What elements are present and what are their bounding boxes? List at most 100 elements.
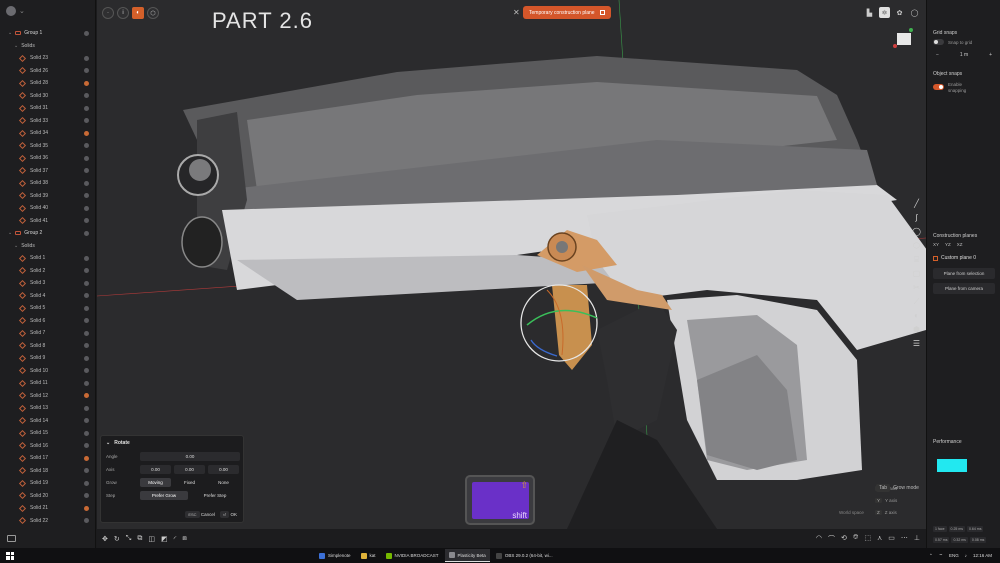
temporary-construction-plane-badge[interactable]: Temporary construction plane [523, 6, 611, 19]
solid-list-item[interactable]: Solid 21 [0, 502, 96, 515]
visibility-dot-icon[interactable] [84, 430, 89, 436]
edge-mode-icon[interactable]: i [117, 7, 129, 19]
extrude-tool-icon[interactable]: ◫ [148, 535, 155, 543]
solid-list-item[interactable]: Solid 40 [0, 202, 96, 215]
axis-y-input[interactable]: 0.00 [174, 465, 205, 474]
solid-list-item[interactable]: Solid 39 [0, 190, 96, 203]
close-icon[interactable]: ✕ [513, 8, 520, 17]
taskbar-app[interactable]: kat [357, 549, 380, 562]
solid-mode-icon[interactable]: ⬡ [147, 7, 159, 19]
solid-list-item[interactable]: Solid 28 [0, 77, 96, 90]
language-indicator[interactable]: ENG [949, 553, 959, 558]
face-mode-icon[interactable]: ◐ [132, 7, 144, 19]
xy-plane-button[interactable]: XY [933, 242, 939, 247]
solid-list-item[interactable]: Solid 38 [0, 177, 96, 190]
solid-list-item[interactable]: Solid 10 [0, 365, 96, 378]
visibility-dot-icon[interactable] [84, 393, 89, 399]
thicken-icon[interactable]: ▭ [888, 534, 895, 544]
grow-none-option[interactable]: None [208, 478, 239, 487]
solid-list-item[interactable]: Solid 14 [0, 415, 96, 428]
offset-tool-icon[interactable]: ⧉ [137, 535, 142, 543]
solid-list-item[interactable]: Solid 13 [0, 402, 96, 415]
solid-list-item[interactable]: Solid 11 [0, 377, 96, 390]
solid-list-item[interactable]: Solid 12 [0, 390, 96, 403]
expand-icon[interactable]: ⌄ [8, 30, 12, 36]
visibility-dot-icon[interactable] [84, 143, 89, 149]
curve-tool-icon[interactable]: ∫ [911, 212, 922, 223]
angle-input[interactable]: 0.00 [140, 452, 240, 461]
visibility-dot-icon[interactable] [84, 518, 89, 524]
solid-list-item[interactable]: Solid 9 [0, 352, 96, 365]
settings-icon[interactable]: ✿ [894, 7, 905, 18]
solid-list-item[interactable]: Solid 16 [0, 440, 96, 453]
solid-list-item[interactable]: Solid 19 [0, 477, 96, 490]
solid-list-item[interactable]: Solid 18 [0, 465, 96, 478]
enable-snapping-toggle[interactable] [933, 84, 944, 90]
visibility-dot-icon[interactable] [84, 268, 89, 274]
scale-tool-icon[interactable]: ⤡ [126, 535, 132, 543]
render-mode-icon[interactable]: ▙ [864, 7, 875, 18]
grid-size-value[interactable]: 1 m [960, 52, 968, 58]
fillet-tool-icon[interactable]: ◜ [174, 535, 177, 543]
overlay-icon[interactable]: ⚛ [879, 7, 890, 18]
visibility-dot-icon[interactable] [84, 405, 89, 411]
visibility-dot-icon[interactable] [84, 293, 89, 299]
sphere-tool-icon[interactable]: ◐ [911, 310, 922, 321]
solid-list-item[interactable]: Solid 4 [0, 290, 96, 303]
group-row[interactable]: ⌄ Group 1 [0, 27, 96, 40]
boolean-tool-icon[interactable]: ◩ [161, 535, 168, 543]
solid-list-item[interactable]: Solid 20 [0, 490, 96, 503]
visibility-dot-icon[interactable] [84, 493, 89, 499]
revolve-icon[interactable]: ⟲ [841, 534, 847, 544]
yz-plane-button[interactable]: YZ [945, 242, 951, 247]
solid-list-item[interactable]: Solid 41 [0, 215, 96, 228]
shell-icon[interactable]: ⬚ [865, 534, 872, 544]
solids-folder-row[interactable]: ⌄ Solids [0, 40, 96, 53]
visibility-dot-icon[interactable] [84, 443, 89, 449]
visibility-dot-icon[interactable] [84, 80, 89, 86]
solid-list-item[interactable]: Solid 35 [0, 140, 96, 153]
plane-from-camera-button[interactable]: Plane from camera [933, 283, 995, 294]
solid-list-item[interactable]: Solid 17 [0, 452, 96, 465]
visibility-dot-icon[interactable] [84, 205, 89, 211]
plane-from-selection-button[interactable]: Plane from selection [933, 268, 995, 279]
solid-list-item[interactable]: Solid 8 [0, 340, 96, 353]
solid-list-item[interactable]: Solid 30 [0, 90, 96, 103]
cube-tool-icon[interactable]: ⬢ [911, 324, 922, 335]
visibility-dot-icon[interactable] [84, 168, 89, 174]
trim-tool-icon[interactable]: ⟋ [911, 296, 922, 307]
taskbar-app[interactable]: Simplenote [315, 549, 355, 562]
cut-tool-icon[interactable]: ✂ [911, 282, 922, 293]
xz-plane-button[interactable]: XZ [957, 242, 963, 247]
visibility-dot-icon[interactable] [84, 130, 89, 136]
cancel-button[interactable]: ESC Cancel [185, 511, 215, 518]
visibility-dot-icon[interactable] [84, 380, 89, 386]
solid-list-item[interactable]: Solid 15 [0, 427, 96, 440]
axis-x-input[interactable]: 0.00 [140, 465, 171, 474]
chevron-down-icon[interactable]: ⌄ [19, 7, 25, 15]
visibility-dot-icon[interactable] [84, 343, 89, 349]
visibility-dot-icon[interactable] [84, 105, 89, 111]
solid-list-item[interactable]: Solid 26 [0, 65, 96, 78]
volume-icon[interactable]: ♪ [965, 553, 967, 558]
network-icon[interactable]: ⌔ [939, 553, 943, 559]
visibility-dot-icon[interactable] [84, 355, 89, 361]
visibility-dot-icon[interactable] [84, 193, 89, 199]
visibility-dot-icon[interactable] [84, 418, 89, 424]
visibility-dot-icon[interactable] [84, 280, 89, 286]
solid-list-item[interactable]: Solid 33 [0, 115, 96, 128]
visibility-dot-icon[interactable] [84, 30, 89, 36]
fillet-edge-icon[interactable]: ◠ [816, 534, 822, 544]
group-row[interactable]: ⌄ Group 2 [0, 227, 96, 240]
move-tool-icon[interactable]: ✥ [102, 535, 108, 543]
visibility-dot-icon[interactable] [84, 455, 89, 461]
expand-icon[interactable]: ⌄ [14, 243, 18, 249]
sweep-icon[interactable]: ⎊ [853, 534, 859, 544]
solid-list-item[interactable]: Solid 23 [0, 52, 96, 65]
visibility-dot-icon[interactable] [84, 368, 89, 374]
collapse-icon[interactable]: ⌄ [106, 440, 110, 446]
visibility-dot-icon[interactable] [84, 55, 89, 61]
prefer-step-option[interactable]: Prefer Step [191, 491, 239, 500]
solid-list-item[interactable]: Solid 6 [0, 315, 96, 328]
stack-tool-icon[interactable]: ☰ [911, 338, 922, 349]
